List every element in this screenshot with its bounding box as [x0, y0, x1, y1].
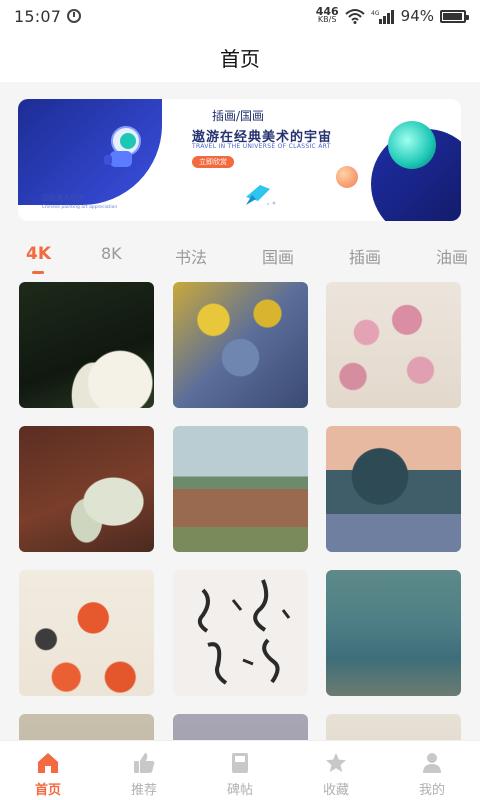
artwork-tile-partial-3[interactable]	[326, 714, 461, 740]
nav-favorites-label: 收藏	[322, 783, 349, 798]
orange-planet-illustration	[336, 166, 358, 188]
tab-calligraphy[interactable]: 书法	[175, 244, 207, 268]
rocket-illustration	[246, 185, 276, 205]
nav-profile-label: 我的	[418, 783, 445, 798]
artwork-tile-floral-still-life[interactable]	[19, 426, 154, 552]
tab-illustration[interactable]: 插画	[349, 244, 381, 268]
astronaut-illustration	[104, 126, 141, 167]
network-type-label: 4G	[371, 10, 380, 17]
bottom-navigation: 首页 推荐 碑帖 收藏 我的	[0, 740, 480, 800]
network-speed: 446 KB/S	[316, 6, 339, 24]
artwork-tile-village-houses[interactable]	[173, 426, 308, 552]
status-indicators: 446 KB/S 4G 94%	[316, 6, 469, 25]
artwork-tile-trees-sunset[interactable]	[326, 426, 461, 552]
artwork-grid	[0, 282, 480, 740]
network-speed-unit: KB/S	[317, 15, 337, 24]
title-bar: 首页	[0, 32, 480, 82]
artwork-tile-partial-2[interactable]	[173, 714, 308, 740]
status-bar: 15:07 446 KB/S 4G 94%	[0, 0, 480, 32]
banner-title-category: 插画/国画	[212, 109, 265, 123]
artwork-tile-white-flower[interactable]	[19, 282, 154, 408]
category-tabs: 4K 8K 书法 国画 插画 油画	[0, 244, 480, 280]
tab-8k[interactable]: 8K	[101, 244, 122, 263]
banner-caption: 国画美术欣赏	[42, 194, 84, 202]
artwork-tile-seascape[interactable]	[326, 570, 461, 696]
artwork-tile-calligraphy[interactable]	[173, 570, 308, 696]
tab-chinese-painting[interactable]: 国画	[262, 244, 294, 268]
nav-profile[interactable]: 我的	[384, 741, 480, 800]
banner-caption-en: Chinese painting art appreciation	[42, 205, 118, 210]
artwork-tile-cherry-blossoms[interactable]	[326, 282, 461, 408]
wifi-icon	[344, 9, 365, 24]
nav-rubbings-label: 碑帖	[226, 783, 253, 798]
home-icon	[38, 753, 58, 773]
nav-home-label: 首页	[34, 783, 61, 798]
nav-rubbings[interactable]: 碑帖	[192, 741, 288, 800]
book-icon	[232, 753, 248, 773]
tab-4k[interactable]: 4K	[26, 244, 51, 264]
banner-enjoy-button[interactable]: 立即欣赏	[192, 156, 234, 168]
alarm-clock-icon	[67, 9, 82, 23]
app-screen: 15:07 446 KB/S 4G 94% 首页 插画/国画 遨游在经典美术的宇…	[0, 0, 480, 800]
artwork-tile-partial-1[interactable]	[19, 714, 154, 740]
person-icon	[423, 753, 441, 773]
cellular-signal-icon: 4G	[371, 10, 394, 24]
promo-banner[interactable]: 插画/国画 遨游在经典美术的宇宙 TRAVEL IN THE UNIVERSE …	[18, 99, 461, 221]
calligraphy-strokes	[197, 579, 291, 685]
status-time: 15:07	[14, 6, 62, 26]
artwork-tile-persimmons[interactable]	[19, 570, 154, 696]
nav-home[interactable]: 首页	[0, 741, 96, 800]
banner-subtitle-en: TRAVEL IN THE UNIVERSE OF CLASSIC ART	[192, 143, 331, 150]
battery-percent: 94%	[400, 7, 434, 25]
artwork-tile-impressionist-landscape[interactable]	[173, 282, 308, 408]
tab-oil-painting[interactable]: 油画	[436, 244, 468, 268]
thumbs-up-icon	[134, 753, 155, 773]
battery-icon	[440, 9, 469, 23]
page-title: 首页	[220, 46, 260, 71]
nav-favorites[interactable]: 收藏	[288, 741, 384, 800]
star-icon	[326, 753, 346, 772]
active-tab-indicator	[32, 271, 44, 274]
teal-planet-illustration	[388, 121, 436, 169]
nav-recommend[interactable]: 推荐	[96, 741, 192, 800]
nav-recommend-label: 推荐	[130, 783, 157, 798]
